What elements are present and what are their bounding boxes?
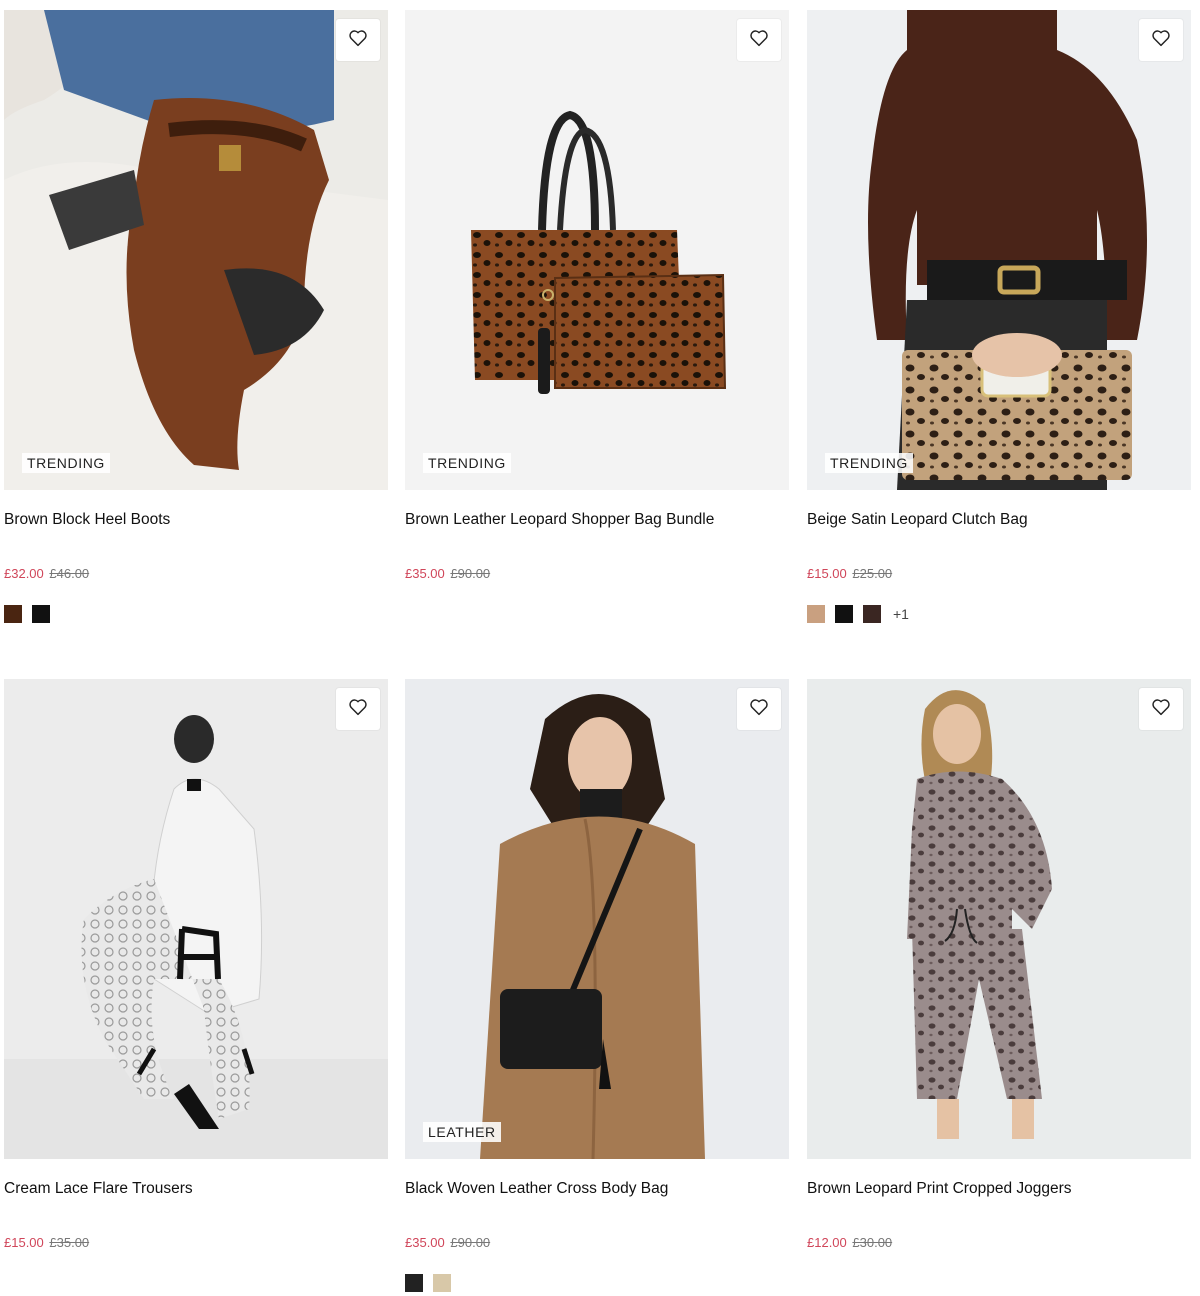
product-price: £15.00 £25.00 — [807, 566, 892, 581]
wishlist-button[interactable] — [336, 688, 380, 730]
wishlist-button[interactable] — [1139, 19, 1183, 61]
heart-icon — [348, 29, 368, 52]
color-swatch-brown[interactable] — [4, 605, 22, 623]
product-title[interactable]: Brown Leather Leopard Shopper Bag Bundle — [405, 511, 714, 529]
sale-price: £15.00 — [807, 566, 847, 581]
heart-icon — [749, 29, 769, 52]
product-badge: TRENDING — [825, 453, 913, 473]
product-badge: TRENDING — [22, 453, 110, 473]
sale-price: £35.00 — [405, 1235, 445, 1250]
wishlist-button[interactable] — [336, 19, 380, 61]
product-image[interactable] — [405, 10, 789, 490]
product-image[interactable] — [405, 679, 789, 1159]
product-title[interactable]: Beige Satin Leopard Clutch Bag — [807, 511, 1028, 529]
color-swatches — [405, 1274, 461, 1292]
product-badge: TRENDING — [423, 453, 511, 473]
product-image[interactable] — [4, 10, 388, 490]
product-price: £15.00 £35.00 — [4, 1235, 89, 1250]
product-image[interactable] — [4, 679, 388, 1159]
sale-price: £35.00 — [405, 566, 445, 581]
sale-price: £15.00 — [4, 1235, 44, 1250]
sale-price: £32.00 — [4, 566, 44, 581]
wishlist-button[interactable] — [737, 688, 781, 730]
heart-icon — [749, 698, 769, 721]
original-price: £35.00 — [49, 1235, 90, 1250]
more-colors-count[interactable]: +1 — [893, 606, 909, 622]
product-price: £12.00 £30.00 — [807, 1235, 892, 1250]
original-price: £30.00 — [852, 1235, 893, 1250]
original-price: £90.00 — [450, 1235, 491, 1250]
product-badge: LEATHER — [423, 1122, 501, 1142]
color-swatches: +1 — [807, 605, 909, 623]
product-image[interactable] — [807, 10, 1191, 490]
color-swatches — [4, 605, 60, 623]
product-title[interactable]: Brown Block Heel Boots — [4, 511, 170, 529]
heart-icon — [1151, 698, 1171, 721]
heart-icon — [348, 698, 368, 721]
color-swatch-beige[interactable] — [433, 1274, 451, 1292]
original-price: £25.00 — [852, 566, 893, 581]
color-swatch-black[interactable] — [32, 605, 50, 623]
color-swatch-leopard[interactable] — [863, 605, 881, 623]
product-price: £32.00 £46.00 — [4, 566, 89, 581]
product-title[interactable]: Brown Leopard Print Cropped Joggers — [807, 1180, 1072, 1198]
product-title[interactable]: Black Woven Leather Cross Body Bag — [405, 1180, 668, 1198]
original-price: £90.00 — [450, 566, 491, 581]
product-title[interactable]: Cream Lace Flare Trousers — [4, 1180, 193, 1198]
product-price: £35.00 £90.00 — [405, 566, 490, 581]
original-price: £46.00 — [49, 566, 90, 581]
sale-price: £12.00 — [807, 1235, 847, 1250]
color-swatch-black[interactable] — [835, 605, 853, 623]
product-image[interactable] — [807, 679, 1191, 1159]
product-price: £35.00 £90.00 — [405, 1235, 490, 1250]
wishlist-button[interactable] — [1139, 688, 1183, 730]
color-swatch-beige[interactable] — [807, 605, 825, 623]
wishlist-button[interactable] — [737, 19, 781, 61]
heart-icon — [1151, 29, 1171, 52]
color-swatch-black[interactable] — [405, 1274, 423, 1292]
